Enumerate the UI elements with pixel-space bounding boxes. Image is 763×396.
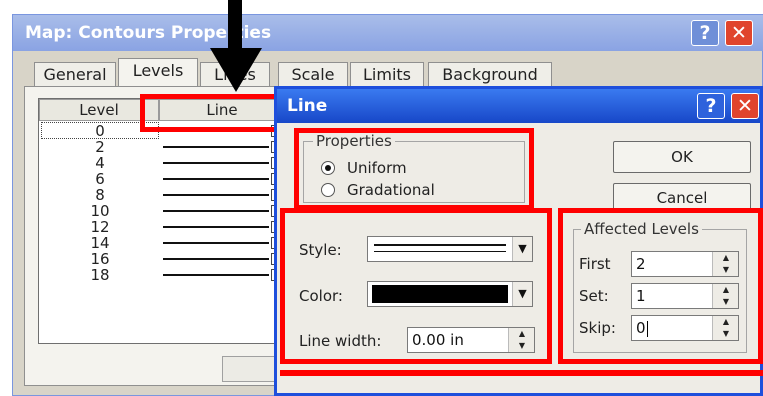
dialog-help-button[interactable]: ? (697, 93, 725, 119)
tab-scale[interactable]: Scale (278, 62, 348, 86)
close-icon: ✕ (731, 22, 747, 44)
level-value[interactable]: 4 (45, 155, 155, 171)
window-title: Map: Contours Properties (13, 15, 763, 51)
line-sample[interactable] (163, 226, 269, 228)
close-icon: ✕ (737, 95, 753, 117)
ok-button[interactable]: OK (613, 141, 751, 173)
level-value[interactable]: 18 (45, 267, 155, 283)
line-sample[interactable] (163, 258, 269, 260)
tab-limits[interactable]: Limits (350, 62, 424, 86)
dialog-title: Line (277, 89, 760, 123)
level-value[interactable]: 10 (45, 203, 155, 219)
line-sample[interactable] (163, 162, 269, 164)
bottom-red-bar (280, 370, 763, 376)
level-value[interactable]: 8 (45, 187, 155, 203)
style-color-width-highlight (280, 208, 552, 364)
level-value[interactable]: 14 (45, 235, 155, 251)
help-icon: ? (699, 22, 711, 44)
affected-levels-highlight (558, 208, 763, 364)
level-value[interactable]: 16 (45, 251, 155, 267)
line-sample[interactable] (163, 146, 269, 148)
tab-levels[interactable]: Levels (118, 58, 198, 88)
line-sample[interactable] (163, 178, 269, 180)
help-button[interactable]: ? (691, 20, 719, 46)
line-sample[interactable] (163, 210, 269, 212)
line-sample[interactable] (163, 242, 269, 244)
help-icon: ? (705, 95, 717, 117)
tab-background[interactable]: Background (428, 62, 552, 86)
level-value[interactable]: 2 (45, 139, 155, 155)
level-value[interactable]: 6 (45, 171, 155, 187)
levels-grid[interactable]: Level Line 0 2 4 6 8 10 12 14 16 18 (38, 98, 288, 344)
arrow-down-icon (210, 0, 262, 92)
properties-highlight (294, 128, 534, 210)
close-button[interactable]: ✕ (725, 20, 753, 46)
level-value[interactable]: 12 (45, 219, 155, 235)
line-header-highlight (140, 94, 286, 132)
line-sample[interactable] (163, 274, 269, 276)
tab-general[interactable]: General (34, 62, 116, 86)
back-window-button[interactable] (222, 356, 282, 382)
line-sample[interactable] (163, 194, 269, 196)
dialog-close-button[interactable]: ✕ (731, 93, 759, 119)
level-value[interactable]: 0 (45, 123, 155, 139)
